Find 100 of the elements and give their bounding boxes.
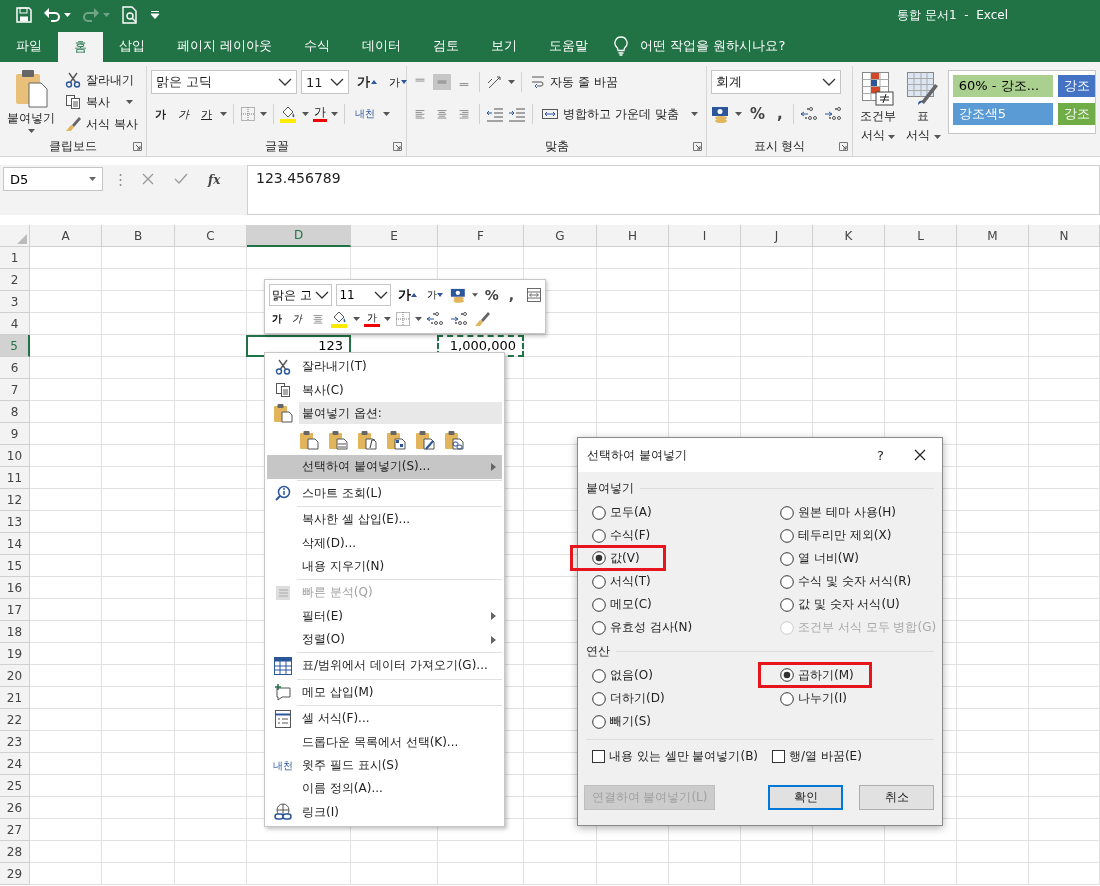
radio-option[interactable]: 모두(A) <box>592 504 652 521</box>
menu-item[interactable]: 내용 지우기(N) <box>267 554 502 579</box>
radio-option[interactable]: 값(V) <box>592 549 640 567</box>
paste-formatting-icon[interactable] <box>415 430 435 451</box>
merge-center-button[interactable]: 병합하고 가운데 맞춤 <box>539 103 702 125</box>
row-header[interactable]: 26 <box>0 797 30 819</box>
radio-option[interactable]: 메모(C) <box>592 596 652 613</box>
ribbon-tab[interactable]: 검토 <box>417 30 476 62</box>
menu-item[interactable]: 정렬(O) <box>267 627 502 652</box>
cancel-icon[interactable] <box>142 173 154 185</box>
column-header[interactable]: K <box>813 225 885 247</box>
shrink-font-button[interactable]: 가 <box>385 72 411 92</box>
ribbon-tab[interactable]: 수식 <box>288 30 347 62</box>
radio-option[interactable]: 빼기(S) <box>592 713 651 730</box>
paste-icon[interactable] <box>299 430 319 451</box>
row-header[interactable]: 8 <box>0 401 30 423</box>
paste-transpose-icon[interactable] <box>386 430 406 451</box>
radio-option[interactable]: 곱하기(M) <box>780 666 854 684</box>
dialog-button[interactable]: 확인 <box>768 785 843 810</box>
row-header[interactable]: 20 <box>0 665 30 687</box>
row-header[interactable]: 19 <box>0 643 30 665</box>
row-header[interactable]: 5 <box>0 335 30 357</box>
radio-option[interactable]: 서식(T) <box>592 573 651 590</box>
decrease-decimal-icon[interactable] <box>823 105 844 123</box>
cell-style-tile[interactable]: 강조 <box>1057 75 1095 97</box>
table-icon[interactable] <box>527 287 541 303</box>
percent-button[interactable]: % <box>481 287 502 303</box>
row-header[interactable]: 17 <box>0 599 30 621</box>
column-header[interactable]: G <box>524 225 597 247</box>
row-header[interactable]: 29 <box>0 863 30 885</box>
menu-item[interactable]: 셀 서식(F)... <box>267 707 502 731</box>
row-header[interactable]: 23 <box>0 731 30 753</box>
ribbon-tab[interactable]: 홈 <box>58 32 103 62</box>
column-header[interactable]: M <box>957 225 1029 247</box>
row-header[interactable]: 28 <box>0 841 30 863</box>
row-header[interactable]: 3 <box>0 291 30 313</box>
format-as-table-button[interactable]: 표 서식 <box>903 70 944 156</box>
shrink-font-button[interactable]: 가 <box>424 288 447 302</box>
row-header[interactable]: 24 <box>0 753 30 775</box>
print-preview-icon[interactable] <box>122 6 138 24</box>
orientation-icon[interactable] <box>486 74 504 90</box>
paste-button[interactable]: 붙여넣기 <box>4 66 58 135</box>
grow-font-button[interactable]: 가 <box>395 286 421 304</box>
row-header[interactable]: 9 <box>0 423 30 445</box>
percent-button[interactable]: % <box>746 103 770 125</box>
radio-option[interactable]: 없음(O) <box>592 667 653 684</box>
ribbon-tab[interactable]: 페이지 레이아웃 <box>161 30 289 62</box>
menu-item[interactable]: 선택하여 붙여넣기(S)... <box>267 455 502 479</box>
formula-input[interactable]: 123.456789 <box>247 165 1100 215</box>
increase-decimal-icon[interactable] <box>426 310 446 328</box>
radio-option[interactable]: 더하기(D) <box>592 690 665 707</box>
radio-option[interactable]: 테두리만 제외(X) <box>780 527 892 544</box>
number-format-dropdown[interactable]: 회계 <box>711 70 841 94</box>
radio-option[interactable]: 열 너비(W) <box>780 550 860 567</box>
row-header[interactable]: 6 <box>0 357 30 379</box>
undo-icon[interactable] <box>44 7 60 23</box>
copy-button[interactable]: 복사 <box>62 91 141 113</box>
comma-button[interactable]: , <box>505 287 518 303</box>
menu-item[interactable]: 이름 정의(A)... <box>267 777 502 801</box>
font-color-button[interactable]: 가 <box>364 311 380 327</box>
paste-link-icon[interactable] <box>444 430 464 451</box>
menu-item[interactable]: 잘라내기(T) <box>267 355 502 379</box>
ribbon-tab[interactable]: 데이터 <box>346 30 418 62</box>
paste-values-icon[interactable] <box>328 430 348 451</box>
row-header[interactable]: 7 <box>0 379 30 401</box>
ribbon-tab[interactable]: 도움말 <box>533 30 605 62</box>
underline-button[interactable]: 가 <box>197 104 216 124</box>
row-header[interactable]: 4 <box>0 313 30 335</box>
column-header[interactable]: A <box>30 225 102 247</box>
radio-option[interactable]: 값 및 숫자 서식(U) <box>780 596 900 613</box>
font-size-dropdown[interactable]: 11 <box>301 70 349 94</box>
decrease-decimal-icon[interactable] <box>450 310 470 328</box>
grow-font-button[interactable]: 가 <box>353 71 381 93</box>
format-painter-button[interactable]: 서식 복사 <box>62 113 141 135</box>
name-box[interactable]: D5 <box>3 167 103 191</box>
ribbon-tab[interactable]: 보기 <box>475 30 534 62</box>
dialog-launcher-icon[interactable] <box>693 141 702 151</box>
font-size-dropdown[interactable]: 11 <box>336 284 392 306</box>
column-header[interactable]: B <box>102 225 175 247</box>
row-header[interactable]: 1 <box>0 247 30 269</box>
insert-function-button[interactable]: fx <box>208 173 221 187</box>
menu-item[interactable]: 삭제(D)... <box>267 531 502 555</box>
ribbon-tab[interactable]: 삽입 <box>103 30 161 62</box>
dialog-launcher-icon[interactable] <box>133 141 142 151</box>
row-header[interactable]: 25 <box>0 775 30 797</box>
radio-option[interactable]: 수식(F) <box>592 527 651 544</box>
row-header[interactable]: 10 <box>0 445 30 467</box>
close-icon[interactable] <box>914 449 926 461</box>
radio-option[interactable]: 원본 테마 사용(H) <box>780 504 896 521</box>
menu-item[interactable]: 복사한 셀 삽입(E)... <box>267 507 502 532</box>
font-name-dropdown[interactable]: 맑은 고딕 <box>151 70 297 94</box>
column-header[interactable]: J <box>741 225 813 247</box>
row-header[interactable]: 22 <box>0 709 30 731</box>
row-header[interactable]: 15 <box>0 555 30 577</box>
column-header[interactable]: N <box>1029 225 1100 247</box>
checkbox-option[interactable]: 행/열 바꿈(E) <box>772 748 862 765</box>
customize-caret-icon[interactable] <box>150 11 160 19</box>
menu-item[interactable]: 내천 윗주 필드 표시(S) <box>267 753 502 778</box>
row-header[interactable]: 12 <box>0 489 30 511</box>
check-icon[interactable] <box>174 173 188 185</box>
